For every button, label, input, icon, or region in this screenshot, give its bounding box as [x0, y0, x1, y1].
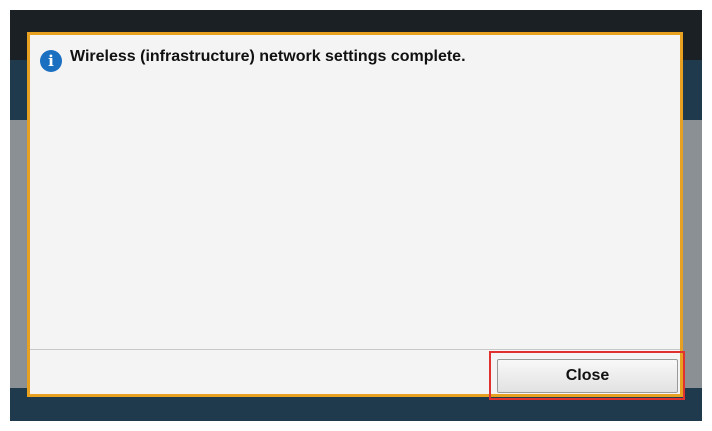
dialog-message: Wireless (infrastructure) network settin… [70, 48, 466, 65]
info-dialog: i Wireless (infrastructure) network sett… [27, 32, 685, 400]
dialog-footer-divider [30, 349, 680, 350]
info-icon: i [40, 50, 62, 72]
printer-panel-screen: i Wireless (infrastructure) network sett… [10, 10, 702, 421]
close-button[interactable]: Close [497, 359, 678, 393]
